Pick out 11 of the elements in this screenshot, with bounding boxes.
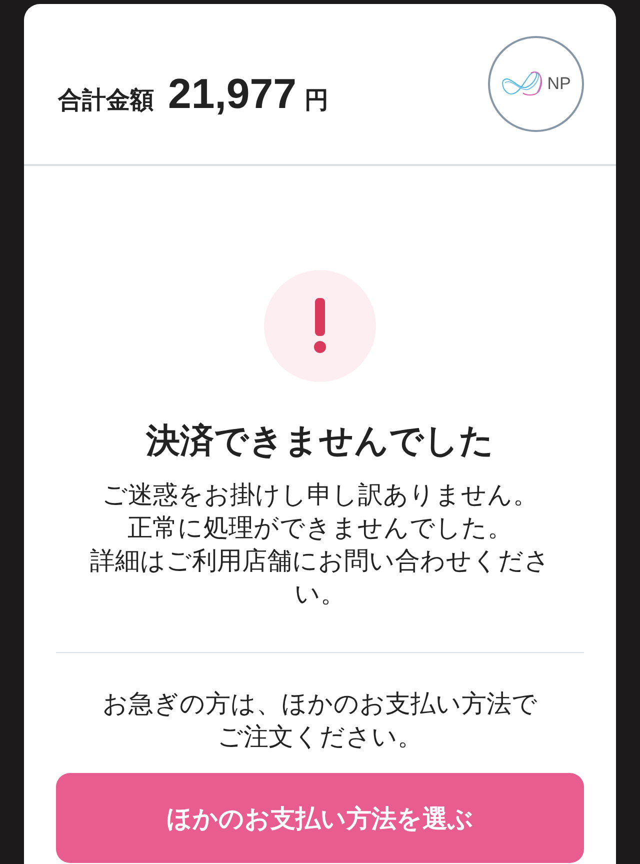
error-message: 詳細はご利用店舗にお問い合わせください。 [90,545,550,610]
other-payment-button[interactable]: ほかのお支払い方法を選ぶ [56,773,584,863]
error-title: 決済できませんでした [146,420,494,463]
total-label: 合計金額 [58,85,154,116]
error-message: ご迷惑をお掛けし申し訳ありません。 [102,479,538,511]
logo-text: NP [547,74,571,94]
currency-label: 円 [304,85,328,116]
error-message: 正常に処理ができませんでした。 [128,512,512,544]
total-amount: 21,977 [168,70,296,118]
notice-text: ご注文ください。 [218,721,422,753]
notice-text: お急ぎの方は、ほかのお支払い方法で [102,688,538,720]
